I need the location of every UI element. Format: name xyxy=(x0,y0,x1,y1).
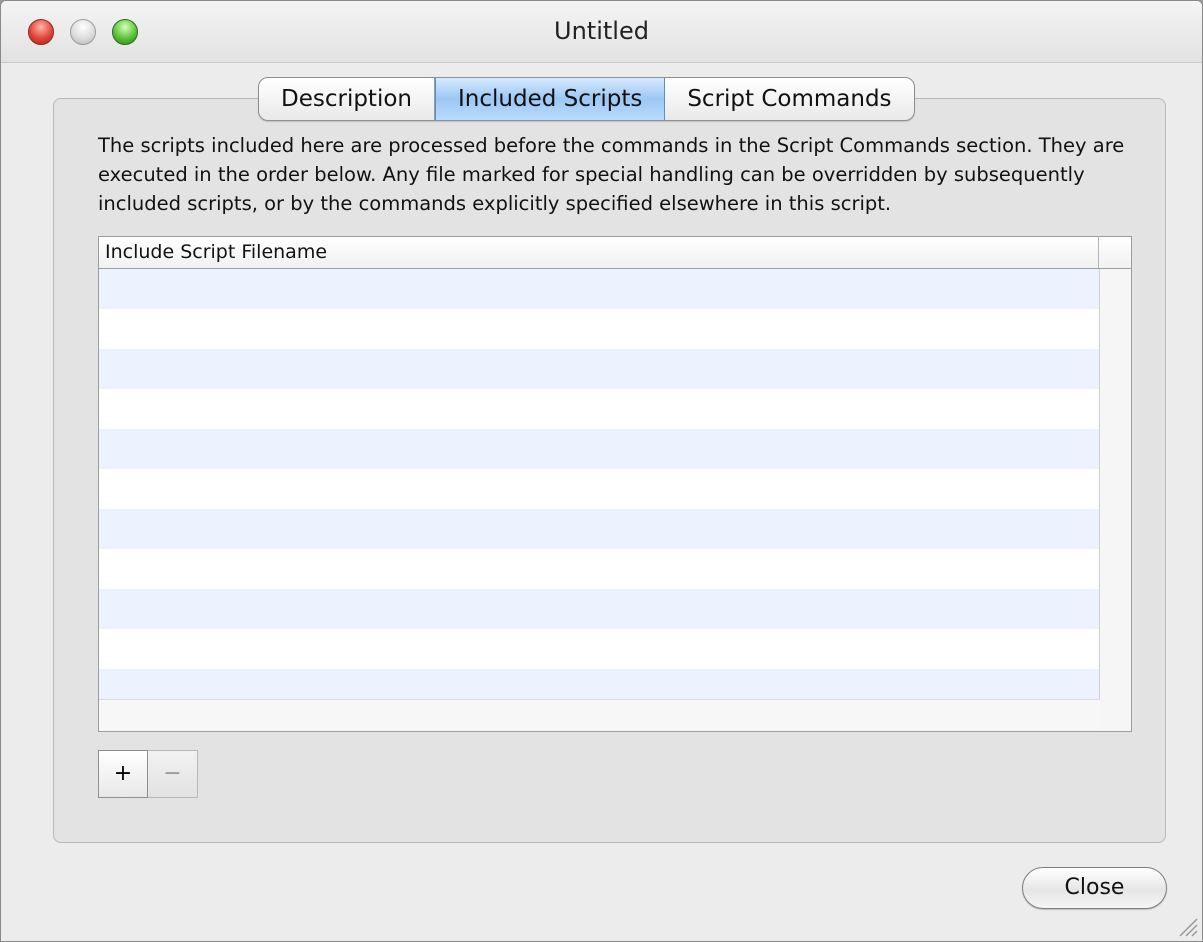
dialog-window: Untitled Description Included Scripts Sc… xyxy=(0,0,1203,942)
include-scripts-table[interactable]: Include Script Filename xyxy=(98,236,1132,732)
tab-included-scripts[interactable]: Included Scripts xyxy=(435,78,666,120)
remove-script-button[interactable]: − xyxy=(148,750,198,798)
tab-description[interactable]: Description xyxy=(259,78,435,120)
add-script-button[interactable]: + xyxy=(98,750,148,798)
column-header-filename[interactable]: Include Script Filename xyxy=(105,241,327,263)
add-remove-buttons: + − xyxy=(98,750,198,798)
description-text: The scripts included here are processed … xyxy=(98,134,1125,215)
window-title: Untitled xyxy=(554,17,649,45)
tab-bar: Description Included Scripts Script Comm… xyxy=(258,77,915,121)
vertical-scrollbar[interactable] xyxy=(1099,269,1131,731)
table-rows[interactable] xyxy=(99,269,1100,699)
tab-script-commands[interactable]: Script Commands xyxy=(665,78,913,120)
title-bar[interactable]: Untitled xyxy=(1,1,1202,63)
table-header-corner xyxy=(1098,237,1131,268)
resize-grip-icon[interactable] xyxy=(1176,915,1198,937)
close-button[interactable]: Close xyxy=(1022,867,1167,909)
table-header: Include Script Filename xyxy=(99,237,1131,269)
horizontal-scrollbar[interactable] xyxy=(99,699,1100,731)
